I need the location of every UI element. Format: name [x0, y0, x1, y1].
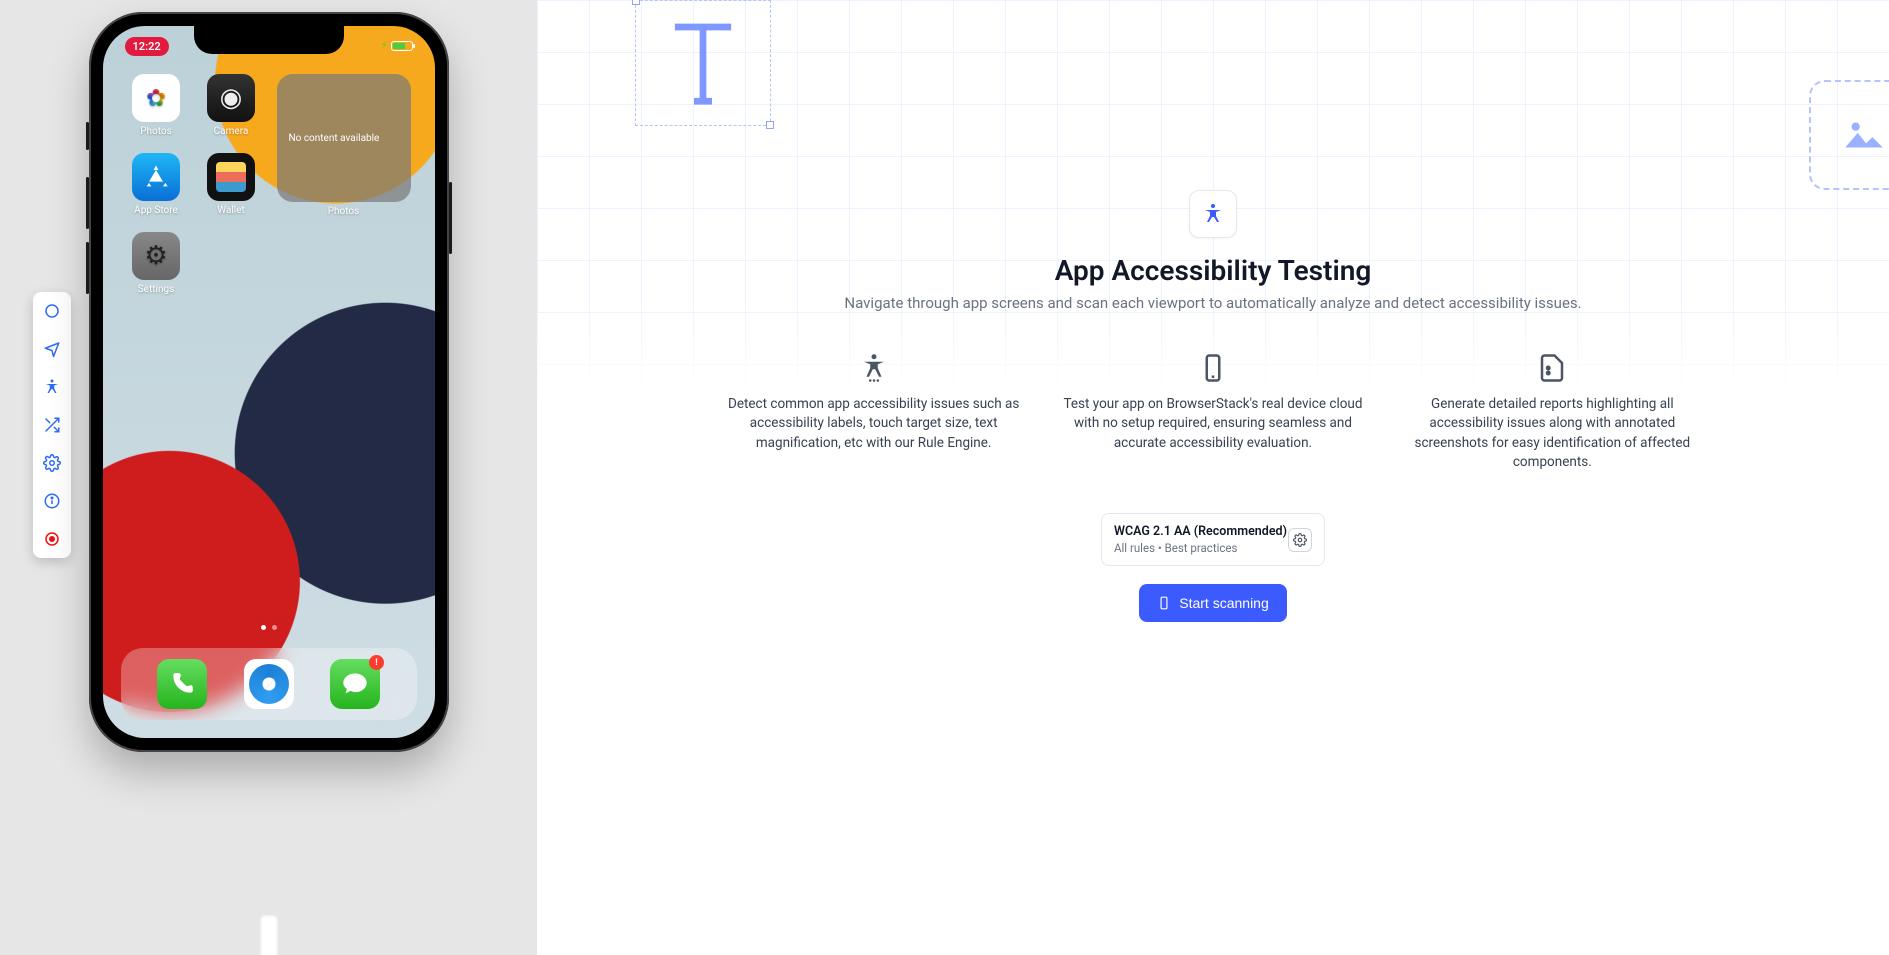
- decorative-image-frame: [1809, 80, 1889, 190]
- feature-real-device: Test your app on BrowserStack's real dev…: [1062, 353, 1363, 473]
- scan-device-icon: [1157, 594, 1171, 612]
- accessibility-figure-icon: [859, 353, 889, 383]
- device-toolbar: [33, 292, 71, 558]
- page-subtitle: Navigate through app screens and scan ea…: [703, 293, 1723, 315]
- cable-graphic: [260, 915, 278, 955]
- navigate-tool-icon[interactable]: [39, 336, 65, 362]
- accessibility-tool-icon[interactable]: [39, 374, 65, 400]
- settings-tool-icon[interactable]: [39, 450, 65, 476]
- home-apps-grid: ✿Photos ◉Camera No content available Pho…: [103, 74, 435, 295]
- accessibility-panel: App Accessibility Testing Navigate throu…: [537, 0, 1889, 955]
- start-scanning-button[interactable]: Start scanning: [1139, 584, 1287, 622]
- scan-config-box: WCAG 2.1 AA (Recommended) All rules • Be…: [1101, 513, 1325, 566]
- image-placeholder-icon: [1839, 110, 1889, 160]
- messages-badge: !: [369, 655, 384, 670]
- app-wallet[interactable]: Wallet: [202, 153, 261, 216]
- report-document-icon: [1537, 353, 1567, 383]
- shuffle-tool-icon[interactable]: [39, 412, 65, 438]
- config-settings-button[interactable]: [1288, 528, 1312, 552]
- dock-messages[interactable]: !: [330, 659, 380, 709]
- app-appstore[interactable]: App Store: [127, 153, 186, 216]
- status-bar: 12:22 ⚡︎: [103, 36, 435, 56]
- photos-widget[interactable]: No content available Photos: [277, 74, 411, 202]
- feature-reports: Generate detailed reports highlighting a…: [1402, 353, 1703, 473]
- info-tool-icon[interactable]: [39, 488, 65, 514]
- app-settings[interactable]: ⚙︎Settings: [127, 232, 186, 295]
- app-camera[interactable]: ◉Camera: [202, 74, 261, 137]
- config-standard-label: WCAG 2.1 AA (Recommended): [1114, 524, 1287, 539]
- page-indicator[interactable]: [261, 625, 277, 630]
- page-title: App Accessibility Testing: [703, 254, 1723, 287]
- feature-row: Detect common app accessibility issues s…: [703, 353, 1723, 473]
- circle-tool-icon[interactable]: [39, 298, 65, 324]
- dock-phone[interactable]: [157, 659, 207, 709]
- record-tool-icon[interactable]: [39, 526, 65, 552]
- battery-indicator: ⚡︎: [381, 41, 412, 51]
- dock: !: [121, 648, 417, 720]
- phone-frame: 12:22 ⚡︎ ✿Photos ◉Camera No content avai…: [89, 12, 449, 752]
- charging-icon: ⚡︎: [381, 41, 387, 51]
- hero-icon-card: [1189, 190, 1237, 238]
- phone-outline-icon: [1198, 353, 1228, 383]
- feature-rule-engine: Detect common app accessibility issues s…: [723, 353, 1024, 473]
- gear-icon: [1293, 533, 1307, 547]
- device-preview-panel: 12:22 ⚡︎ ✿Photos ◉Camera No content avai…: [0, 0, 537, 955]
- accessibility-person-icon: [1201, 202, 1225, 226]
- app-photos[interactable]: ✿Photos: [127, 74, 186, 137]
- status-time: 12:22: [125, 37, 169, 56]
- phone-screen[interactable]: 12:22 ⚡︎ ✿Photos ◉Camera No content avai…: [103, 26, 435, 738]
- config-rules-label: All rules • Best practices: [1114, 541, 1287, 555]
- dock-safari[interactable]: [244, 659, 294, 709]
